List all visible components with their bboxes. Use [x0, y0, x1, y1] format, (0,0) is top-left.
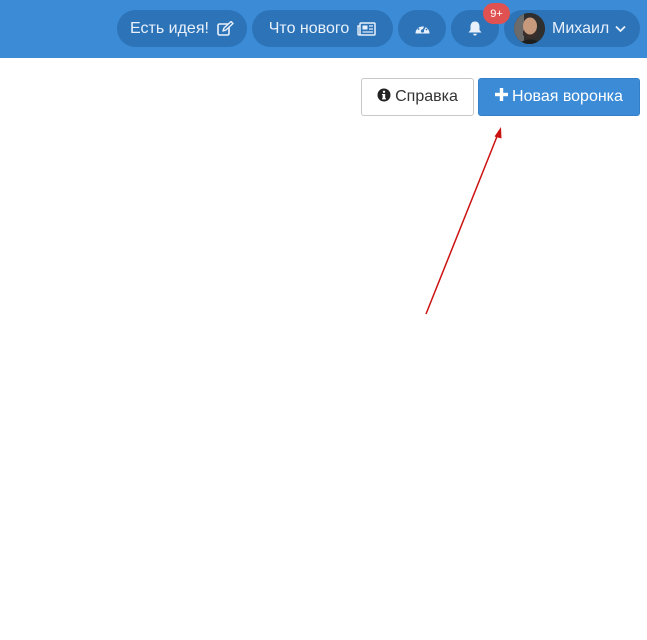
dashboard-icon [414, 21, 431, 36]
help-button[interactable]: Справка [361, 78, 474, 116]
user-menu[interactable]: Михаил [504, 10, 640, 47]
newspaper-icon [357, 21, 376, 36]
new-funnel-button[interactable]: Новая воронка [478, 78, 640, 116]
chevron-down-icon [615, 25, 626, 33]
user-name: Михаил [552, 19, 610, 37]
whats-new-label: Что нового [268, 19, 350, 37]
idea-button-label: Есть идея! [130, 19, 209, 37]
idea-button[interactable]: Есть идея! [117, 10, 247, 47]
top-navbar: Есть идея! Что нового Михаил 9+ [0, 0, 647, 58]
bell-icon [467, 20, 483, 37]
whats-new-button[interactable]: Что нового [252, 10, 393, 47]
plus-icon [495, 88, 512, 106]
new-funnel-button-label: Новая воронка [512, 88, 623, 105]
dashboard-button[interactable] [398, 10, 446, 47]
info-circle-icon [377, 88, 395, 107]
notification-count-badge: 9+ [483, 3, 510, 24]
edit-icon [217, 21, 234, 36]
avatar [514, 13, 545, 44]
help-button-label: Справка [395, 88, 458, 105]
